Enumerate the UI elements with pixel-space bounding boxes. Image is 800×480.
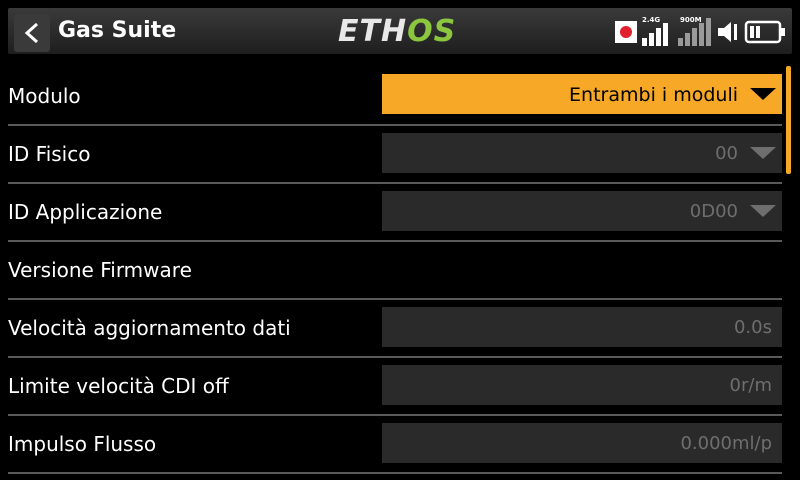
speaker-icon	[718, 22, 737, 42]
ethos-logo: ETHOS	[338, 14, 457, 49]
velocita-aggiornamento-label: Velocità aggiornamento dati	[8, 316, 291, 340]
id-fisico-dropdown[interactable]: 00	[382, 133, 782, 173]
id-applicazione-dropdown[interactable]: 0D00	[382, 191, 782, 231]
signal-900-icon	[678, 18, 711, 46]
record-icon	[615, 21, 637, 43]
impulso-flusso-field[interactable]: 0.000ml/p	[382, 423, 782, 463]
velocita-aggiornamento-value: 0.0s	[733, 317, 772, 338]
row-modulo: Modulo Entrambi i moduli	[0, 68, 782, 126]
battery-icon	[744, 20, 785, 44]
dropdown-arrow-icon	[750, 147, 776, 159]
row-versione-firmware: Versione Firmware	[0, 242, 782, 300]
modulo-dropdown[interactable]: Entrambi i moduli	[382, 74, 782, 114]
back-button[interactable]	[14, 14, 50, 52]
velocita-aggiornamento-field[interactable]: 0.0s	[382, 307, 782, 347]
id-applicazione-label: ID Applicazione	[8, 200, 163, 224]
divider	[8, 472, 782, 474]
id-fisico-label: ID Fisico	[8, 142, 91, 166]
chevron-left-icon	[24, 22, 39, 44]
versione-firmware-label: Versione Firmware	[8, 258, 192, 282]
signal-24-icon	[642, 23, 668, 46]
scrollbar[interactable]	[786, 66, 791, 174]
row-id-applicazione: ID Applicazione 0D00	[0, 184, 782, 242]
id-fisico-value: 00	[715, 143, 738, 164]
row-id-fisico: ID Fisico 00	[0, 126, 782, 184]
row-impulso-flusso: Impulso Flusso 0.000ml/p	[0, 416, 782, 474]
limite-velocita-cdi-label: Limite velocità CDI off	[8, 374, 229, 398]
id-applicazione-value: 0D00	[689, 201, 738, 222]
limite-velocita-cdi-field[interactable]: 0r/m	[382, 365, 782, 405]
modulo-label: Modulo	[8, 84, 81, 108]
limite-velocita-cdi-value: 0r/m	[729, 375, 772, 396]
header-bar: Gas Suite ETHOS 2.4G 900M	[0, 0, 800, 60]
impulso-flusso-label: Impulso Flusso	[8, 432, 157, 456]
dropdown-arrow-icon	[750, 88, 776, 100]
row-limite-velocita-cdi: Limite velocità CDI off 0r/m	[0, 358, 782, 416]
dropdown-arrow-icon	[750, 205, 776, 217]
row-velocita-aggiornamento: Velocità aggiornamento dati 0.0s	[0, 300, 782, 358]
page-title: Gas Suite	[58, 18, 177, 43]
impulso-flusso-value: 0.000ml/p	[680, 433, 772, 454]
modulo-value: Entrambi i moduli	[569, 84, 738, 106]
